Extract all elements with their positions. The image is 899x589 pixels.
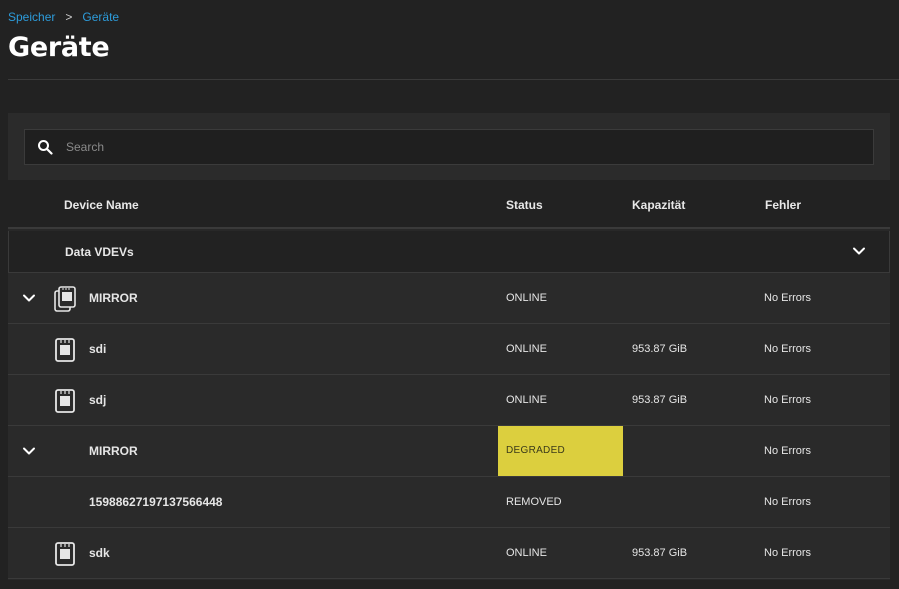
device-status: ONLINE [506,547,547,559]
column-header-device-name[interactable]: Device Name [64,198,139,212]
table-row[interactable]: sdj ONLINE 953.87 GiB No Errors [8,375,890,426]
device-name: sdk [89,546,110,560]
device-capacity: 953.87 GiB [632,394,688,406]
search-icon [38,140,53,155]
column-header-status[interactable]: Status [506,198,543,212]
table-row[interactable]: 15988627197137566448 REMOVED No Errors [8,477,890,528]
device-status: DEGRADED [506,445,566,456]
table-row[interactable]: sdk ONLINE 953.87 GiB No Errors [8,528,890,579]
table-header: Device Name Status Kapazität Fehler [8,180,890,229]
search-input[interactable] [66,140,846,154]
disk-icon [55,338,75,362]
breadcrumb-link-speicher[interactable]: Speicher [8,10,55,24]
disk-icon [55,389,75,413]
device-status: ONLINE [506,394,547,406]
page-title: Geräte [8,32,110,63]
breadcrumb-separator: > [65,10,73,24]
device-status: ONLINE [506,343,547,355]
device-name: sdi [89,342,107,356]
chevron-down-icon[interactable] [22,444,36,458]
column-header-errors[interactable]: Fehler [765,198,801,212]
table-row[interactable]: MIRROR DEGRADED No Errors [8,426,890,477]
device-errors: No Errors [764,547,812,559]
device-errors: No Errors [764,343,812,355]
group-row-data-vdevs[interactable]: Data VDEVs [8,231,890,273]
title-divider [8,79,899,80]
device-capacity: 953.87 GiB [632,547,688,559]
mirror-icon [54,286,76,312]
chevron-down-icon[interactable] [851,243,867,259]
group-label: Data VDEVs [65,245,134,259]
search-box[interactable] [24,129,874,165]
breadcrumb-link-geraete[interactable]: Geräte [82,10,119,24]
chevron-down-icon[interactable] [22,291,36,305]
device-errors: No Errors [764,496,812,508]
status-badge-degraded: DEGRADED [498,426,623,476]
device-capacity: 953.87 GiB [632,343,688,355]
device-status: REMOVED [506,496,562,508]
device-status: ONLINE [506,292,547,304]
device-name: MIRROR [89,291,138,305]
table-row[interactable]: MIRROR ONLINE No Errors [8,273,890,324]
column-header-capacity[interactable]: Kapazität [632,198,685,212]
table-row[interactable]: sdi ONLINE 953.87 GiB No Errors [8,324,890,375]
device-name: sdj [89,393,107,407]
device-name: MIRROR [89,444,138,458]
device-errors: No Errors [764,394,812,406]
device-name: 15988627197137566448 [89,495,223,509]
device-errors: No Errors [764,445,812,457]
disk-icon [55,542,75,566]
search-bar [8,113,890,180]
devices-panel: Device Name Status Kapazität Fehler Data… [8,113,890,580]
device-errors: No Errors [764,292,812,304]
breadcrumb: Speicher > Geräte [8,10,119,24]
